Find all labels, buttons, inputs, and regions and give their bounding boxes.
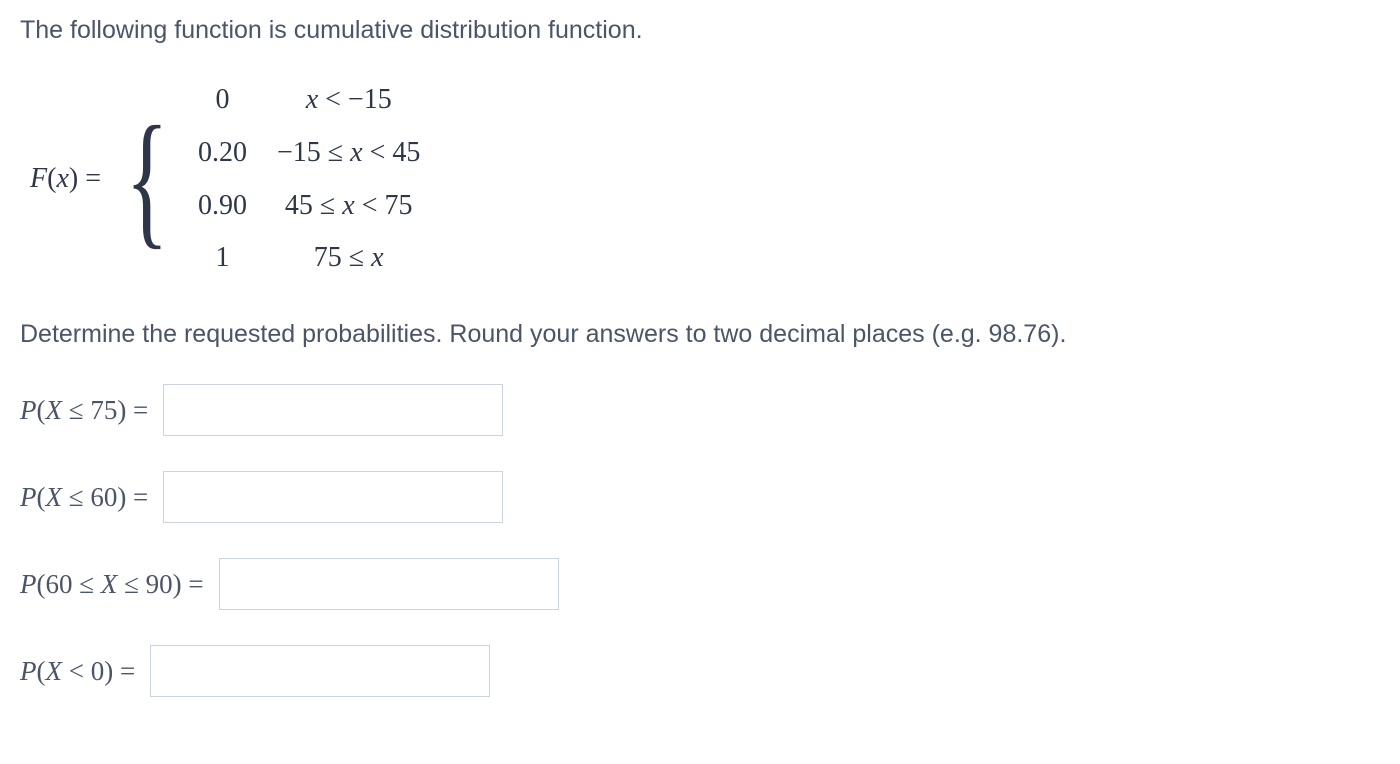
piecewise-value: 0.20 bbox=[198, 131, 277, 176]
intro-text: The following function is cumulative dis… bbox=[20, 10, 1380, 50]
piecewise-row: 0.90 45 ≤ x < 75 bbox=[198, 184, 420, 229]
piecewise-condition: x < −15 bbox=[277, 78, 420, 123]
piecewise-value: 1 bbox=[198, 236, 277, 281]
piecewise-value: 0.90 bbox=[198, 184, 277, 229]
question-row-4: P(X < 0) = bbox=[20, 645, 1380, 697]
piecewise-row: 1 75 ≤ x bbox=[198, 236, 420, 281]
piecewise-brace: { bbox=[125, 116, 168, 244]
piecewise-value: 0 bbox=[198, 78, 277, 123]
answer-input-1[interactable] bbox=[163, 384, 503, 436]
question-row-1: P(X ≤ 75) = bbox=[20, 384, 1380, 436]
question-label: P(X < 0) = bbox=[20, 650, 135, 693]
question-label: P(X ≤ 60) = bbox=[20, 476, 148, 519]
question-label: P(X ≤ 75) = bbox=[20, 389, 148, 432]
piecewise-row: 0.20 −15 ≤ x < 45 bbox=[198, 131, 420, 176]
answer-input-4[interactable] bbox=[150, 645, 490, 697]
fx-label: F(x) = bbox=[30, 157, 101, 202]
piecewise-table: 0 x < −15 0.20 −15 ≤ x < 45 0.90 45 ≤ x … bbox=[198, 70, 420, 289]
piecewise-condition: 45 ≤ x < 75 bbox=[277, 184, 420, 229]
piecewise-condition: −15 ≤ x < 45 bbox=[277, 131, 420, 176]
answer-input-2[interactable] bbox=[163, 471, 503, 523]
instruction-text: Determine the requested probabilities. R… bbox=[20, 314, 1380, 354]
piecewise-condition: 75 ≤ x bbox=[277, 236, 420, 281]
question-row-2: P(X ≤ 60) = bbox=[20, 471, 1380, 523]
answer-input-3[interactable] bbox=[219, 558, 559, 610]
question-row-3: P(60 ≤ X ≤ 90) = bbox=[20, 558, 1380, 610]
question-label: P(60 ≤ X ≤ 90) = bbox=[20, 563, 204, 606]
formula-block: F(x) = { 0 x < −15 0.20 −15 ≤ x < 45 0.9… bbox=[30, 70, 1380, 289]
piecewise-row: 0 x < −15 bbox=[198, 78, 420, 123]
